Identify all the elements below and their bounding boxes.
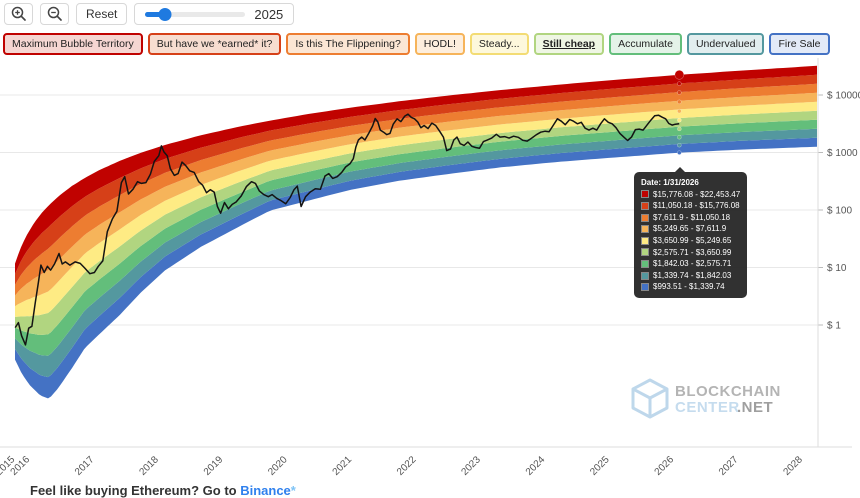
footer-promo: Feel like buying Ethereum? Go to Binance… xyxy=(30,483,296,498)
tooltip-band-range: $1,842.03 - $2,575.71 xyxy=(641,258,740,270)
x-axis-label: 2028 xyxy=(781,454,805,478)
hover-marker-dot xyxy=(677,118,681,122)
tooltip-band-range: $993.51 - $1,339.74 xyxy=(641,281,740,293)
legend-button-0[interactable]: Maximum Bubble Territory xyxy=(3,33,143,55)
year-slider-box: 2025 xyxy=(134,3,294,25)
band-range-text: $15,776.08 - $22,453.47 xyxy=(653,189,740,201)
legend-button-6[interactable]: Accumulate xyxy=(609,33,682,55)
band-range-text: $1,842.03 - $2,575.71 xyxy=(653,258,731,270)
legend-button-3[interactable]: HODL! xyxy=(415,33,465,55)
tooltip-date: Date: 1/31/2026 xyxy=(641,177,740,189)
zoom-in-button[interactable] xyxy=(4,3,33,25)
tooltip-band-range: $11,050.18 - $15,776.08 xyxy=(641,200,740,212)
year-slider[interactable] xyxy=(145,12,245,17)
chart-tooltip: Date: 1/31/2026 $15,776.08 - $22,453.47$… xyxy=(634,172,747,298)
band-legend: Maximum Bubble TerritoryBut have we *ear… xyxy=(3,33,830,55)
reset-button[interactable]: Reset xyxy=(76,3,127,25)
blockchaincenter-watermark: BLOCKCHAINCENTER.NET xyxy=(633,380,781,417)
watermark-net: .NET xyxy=(737,399,773,416)
hover-marker-dot xyxy=(677,127,681,131)
slider-year-label: 2025 xyxy=(254,7,283,22)
footer-text: Feel like buying Ethereum? Go to xyxy=(30,483,240,498)
y-axis-label: $ 1000 xyxy=(827,148,858,159)
band-color-swatch xyxy=(641,260,649,268)
cube-logo-icon xyxy=(633,380,667,417)
hover-marker-dot xyxy=(677,91,681,95)
x-axis-label: 2025 xyxy=(588,454,612,478)
x-axis-label: 2020 xyxy=(266,454,290,478)
legend-button-1[interactable]: But have we *earned* it? xyxy=(148,33,282,55)
legend-button-5[interactable]: Still cheap xyxy=(534,33,605,55)
x-axis-label: 2017 xyxy=(73,454,97,478)
footer-asterisk: * xyxy=(291,483,296,498)
magnifier-minus-icon xyxy=(47,6,63,22)
hover-marker-dot xyxy=(677,109,681,113)
x-axis-label: 2026 xyxy=(653,454,677,478)
hover-marker-dot xyxy=(677,143,681,147)
legend-button-7[interactable]: Undervalued xyxy=(687,33,765,55)
x-axis-label: 2021 xyxy=(331,454,355,478)
tooltip-band-range: $2,575.71 - $3,650.99 xyxy=(641,247,740,259)
legend-button-4[interactable]: Steady... xyxy=(470,33,529,55)
band-range-text: $1,339.74 - $1,842.03 xyxy=(653,270,731,282)
watermark-line1: BLOCKCHAIN xyxy=(675,383,781,400)
band-range-text: $3,650.99 - $5,249.65 xyxy=(653,235,731,247)
legend-button-8[interactable]: Fire Sale xyxy=(769,33,829,55)
zoom-out-button[interactable] xyxy=(40,3,69,25)
band-color-swatch xyxy=(641,202,649,210)
binance-link[interactable]: Binance xyxy=(240,483,291,498)
band-color-swatch xyxy=(641,237,649,245)
legend-button-2[interactable]: Is this The Flippening? xyxy=(286,33,409,55)
tooltip-band-range: $7,611.9 - $11,050.18 xyxy=(641,212,740,224)
tooltip-band-range: $5,249.65 - $7,611.9 xyxy=(641,223,740,235)
hover-marker-dot xyxy=(677,82,681,86)
y-axis-label: $ 10000 xyxy=(827,91,860,102)
band-color-swatch xyxy=(641,248,649,256)
tooltip-band-range: $3,650.99 - $5,249.65 xyxy=(641,235,740,247)
hover-marker-dot xyxy=(677,135,681,139)
band-color-swatch xyxy=(641,214,649,222)
x-axis-label: 2024 xyxy=(524,454,548,478)
x-axis-label: 2027 xyxy=(717,454,741,478)
band-color-swatch xyxy=(641,283,649,291)
band-color-swatch xyxy=(641,272,649,280)
x-axis-label: 2023 xyxy=(459,454,483,478)
x-axis-label: 2022 xyxy=(395,454,419,478)
magnifier-plus-icon xyxy=(11,6,27,22)
band-range-text: $11,050.18 - $15,776.08 xyxy=(653,200,740,212)
y-axis-label: $ 10 xyxy=(827,263,847,274)
hover-marker-dot xyxy=(677,100,681,104)
y-axis-label: $ 1 xyxy=(827,321,841,332)
band-range-text: $993.51 - $1,339.74 xyxy=(653,281,725,293)
slider-thumb[interactable] xyxy=(159,8,172,21)
tooltip-band-range: $1,339.74 - $1,842.03 xyxy=(641,270,740,282)
band-range-text: $2,575.71 - $3,650.99 xyxy=(653,247,731,259)
hover-marker-dot xyxy=(677,151,681,155)
band-color-swatch xyxy=(641,190,649,198)
watermark-line2: CENTER xyxy=(675,399,740,416)
x-axis-label: 2019 xyxy=(202,454,226,478)
toolbar: Reset 2025 xyxy=(4,3,294,25)
hover-marker-dot xyxy=(675,70,684,79)
x-axis-label: 2018 xyxy=(137,454,161,478)
band-color-swatch xyxy=(641,225,649,233)
tooltip-band-range: $15,776.08 - $22,453.47 xyxy=(641,189,740,201)
band-range-text: $7,611.9 - $11,050.18 xyxy=(653,212,730,224)
band-range-text: $5,249.65 - $7,611.9 xyxy=(653,223,726,235)
y-axis-label: $ 100 xyxy=(827,206,852,217)
